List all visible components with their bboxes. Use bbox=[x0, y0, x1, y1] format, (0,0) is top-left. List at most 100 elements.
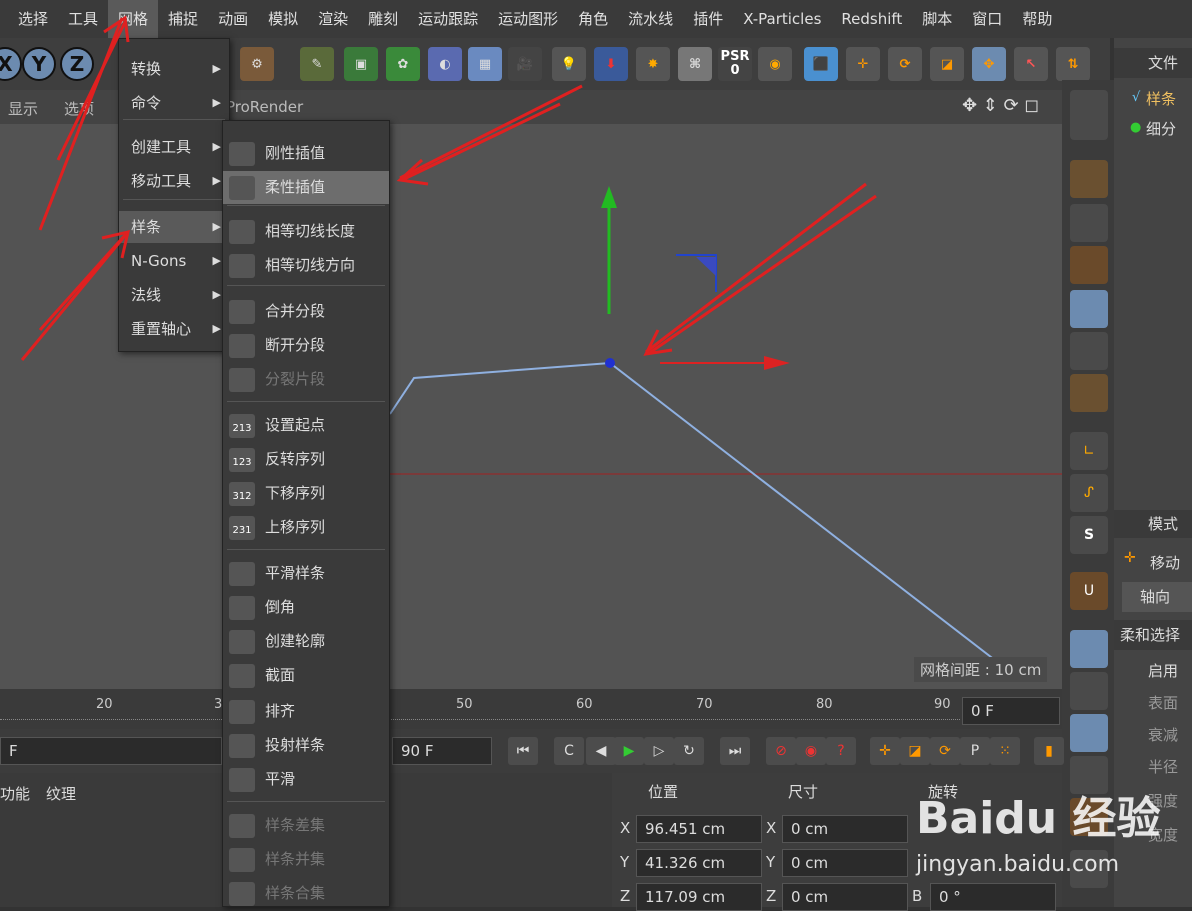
mesh-menu-item[interactable]: 重置轴心 ▶ bbox=[119, 313, 229, 345]
next-key-icon[interactable]: ↻ bbox=[674, 737, 704, 765]
menubar-item[interactable]: 插件 bbox=[683, 0, 733, 38]
size-x-field[interactable]: 0 cm bbox=[782, 815, 908, 843]
grid-bulb-icon[interactable] bbox=[1070, 672, 1108, 710]
timeline-icon[interactable]: ▮ bbox=[1034, 737, 1064, 765]
spline-menu-item[interactable]: 截面 bbox=[223, 659, 389, 692]
spline-menu-item[interactable]: 合并分段 bbox=[223, 295, 389, 328]
menubar-item[interactable]: Redshift bbox=[831, 0, 912, 38]
attr-panel-title[interactable]: 模式 bbox=[1114, 510, 1192, 538]
end-frame-field[interactable]: 90 F bbox=[392, 737, 492, 765]
cube-model-icon[interactable] bbox=[1070, 160, 1108, 198]
pos-y-field[interactable]: 41.326 cm bbox=[636, 849, 762, 877]
axis-tab-button[interactable]: 轴向 bbox=[1122, 582, 1192, 612]
cube-green-icon[interactable]: ▣ bbox=[344, 47, 378, 81]
start-frame-field[interactable]: F bbox=[0, 737, 222, 765]
script-icon[interactable]: ⌘ bbox=[678, 47, 712, 81]
menubar-item[interactable]: 脚本 bbox=[912, 0, 962, 38]
explode-icon[interactable]: ✸ bbox=[636, 47, 670, 81]
x-axis-toggle[interactable]: X bbox=[0, 47, 22, 81]
spline-menu-item[interactable]: 平滑样条 bbox=[223, 557, 389, 590]
key-param-icon[interactable]: P bbox=[960, 737, 990, 765]
spline-menu-item[interactable]: 排齐 bbox=[223, 695, 389, 728]
spline-menu-item[interactable]: 平滑 bbox=[223, 763, 389, 796]
menubar-item[interactable]: 运动跟踪 bbox=[408, 0, 488, 38]
flower-icon[interactable]: ✿ bbox=[386, 47, 420, 81]
spline-menu-item[interactable]: 刚性插值 bbox=[223, 137, 389, 170]
spline-menu-item[interactable]: 投射样条 bbox=[223, 729, 389, 762]
sphere-icon[interactable] bbox=[1070, 90, 1108, 140]
move-tool-icon[interactable]: ✥ bbox=[972, 47, 1006, 81]
spline-menu-item[interactable]: 312 下移序列 bbox=[223, 477, 389, 510]
mesh-menu-item[interactable]: 转换 ▶ bbox=[119, 53, 229, 85]
prev-key-icon[interactable]: C bbox=[554, 737, 584, 765]
viewport-menu-options[interactable]: 选项 bbox=[64, 98, 94, 119]
mesh-menu-item[interactable]: 创建工具 ▶ bbox=[119, 131, 229, 163]
menubar-item[interactable]: X-Particles bbox=[733, 0, 831, 38]
spline-menu-item[interactable]: 倒角 bbox=[223, 591, 389, 624]
menubar-item[interactable]: 运动图形 bbox=[488, 0, 568, 38]
mesh-menu-item[interactable]: 样条 ▶ bbox=[119, 211, 229, 243]
y-axis-toggle[interactable]: Y bbox=[22, 47, 56, 81]
key-grid-icon[interactable]: ⁙ bbox=[990, 737, 1020, 765]
rotate-icon[interactable]: ⟳ bbox=[888, 47, 922, 81]
menubar-item[interactable]: 捕捉 bbox=[158, 0, 208, 38]
pos-x-field[interactable]: 96.451 cm bbox=[636, 815, 762, 843]
deformer-icon[interactable]: ◐ bbox=[428, 47, 462, 81]
menubar-item[interactable]: 雕刻 bbox=[358, 0, 408, 38]
menubar-item[interactable]: 流水线 bbox=[618, 0, 683, 38]
checker-cube-icon[interactable] bbox=[1070, 204, 1108, 242]
help-key-icon[interactable]: ? bbox=[826, 737, 856, 765]
viewport-renderer-label[interactable]: ProRender bbox=[226, 98, 303, 116]
object-item-subdiv[interactable]: 细分 bbox=[1146, 118, 1176, 139]
cube-icon[interactable]: ⬛ bbox=[804, 47, 838, 81]
coord-icon[interactable]: ◉ bbox=[758, 47, 792, 81]
size-y-field[interactable]: 0 cm bbox=[782, 849, 908, 877]
menubar-item[interactable]: 模拟 bbox=[258, 0, 308, 38]
object-item-spline[interactable]: 样条 bbox=[1146, 88, 1176, 109]
key-scale-icon[interactable]: ◪ bbox=[900, 737, 930, 765]
tab-function[interactable]: 功能 bbox=[0, 783, 30, 804]
axis-icon[interactable]: ⇅ bbox=[1056, 47, 1090, 81]
point-mode-icon[interactable] bbox=[1070, 290, 1108, 328]
object-panel-title[interactable]: 文件 bbox=[1114, 48, 1192, 78]
lock-grid-icon[interactable] bbox=[1070, 630, 1108, 668]
menubar-item[interactable]: 工具 bbox=[58, 0, 108, 38]
spline-menu-item[interactable]: 213 设置起点 bbox=[223, 409, 389, 442]
camera-icon[interactable]: 🎥 bbox=[508, 47, 542, 81]
go-start-icon[interactable]: ⏮ bbox=[508, 737, 538, 765]
menubar-item[interactable]: 动画 bbox=[208, 0, 258, 38]
menubar-item[interactable]: 帮助 bbox=[1012, 0, 1062, 38]
prev-frame-icon[interactable]: ◀ bbox=[586, 737, 616, 765]
viewport-menu-display[interactable]: 显示 bbox=[8, 98, 38, 119]
viewport-nav-icons[interactable]: ✥ ⇕ ⟳ ◻ bbox=[962, 95, 1039, 116]
menubar-item[interactable]: 网格 bbox=[108, 0, 159, 38]
spline-menu-item[interactable]: 断开分段 bbox=[223, 329, 389, 362]
light-icon[interactable]: 💡 bbox=[552, 47, 586, 81]
scale-icon[interactable]: ◪ bbox=[930, 47, 964, 81]
window-icon[interactable] bbox=[1070, 714, 1108, 752]
autokey-icon[interactable]: ◉ bbox=[796, 737, 826, 765]
mesh-menu-item[interactable]: 命令 ▶ bbox=[119, 87, 229, 119]
menubar-item[interactable]: 角色 bbox=[568, 0, 618, 38]
mesh-menu-item[interactable]: N-Gons ▶ bbox=[119, 245, 229, 277]
key-rotate-icon[interactable]: ⟳ bbox=[930, 737, 960, 765]
key-move-icon[interactable]: ✛ bbox=[870, 737, 900, 765]
axis-mode-icon[interactable]: ∟ bbox=[1070, 432, 1108, 470]
physics-icon[interactable]: ⬇ bbox=[594, 47, 628, 81]
select-tool-icon[interactable]: ↖ bbox=[1014, 47, 1048, 81]
menubar-item[interactable]: 渲染 bbox=[308, 0, 358, 38]
menubar-item[interactable]: 窗口 bbox=[962, 0, 1012, 38]
spline-menu-item[interactable]: 柔性插值 bbox=[223, 171, 389, 204]
snap-s-icon[interactable]: S bbox=[1070, 516, 1108, 554]
move-icon[interactable]: ✛ bbox=[846, 47, 880, 81]
soft-select-header[interactable]: 柔和选择 bbox=[1114, 620, 1192, 650]
grid-plane-icon[interactable] bbox=[1070, 246, 1108, 284]
go-end-icon[interactable]: ⏭ bbox=[720, 737, 750, 765]
menubar-item[interactable]: 选择 bbox=[8, 0, 58, 38]
record-icon[interactable]: ⊘ bbox=[766, 737, 796, 765]
mesh-menu-item[interactable]: 法线 ▶ bbox=[119, 279, 229, 311]
spline-menu-item[interactable]: 123 反转序列 bbox=[223, 443, 389, 476]
spline-menu-item[interactable]: 231 上移序列 bbox=[223, 511, 389, 544]
spline-menu-item[interactable]: 创建轮廓 bbox=[223, 625, 389, 658]
spline-menu-item[interactable]: 相等切线长度 bbox=[223, 215, 389, 248]
